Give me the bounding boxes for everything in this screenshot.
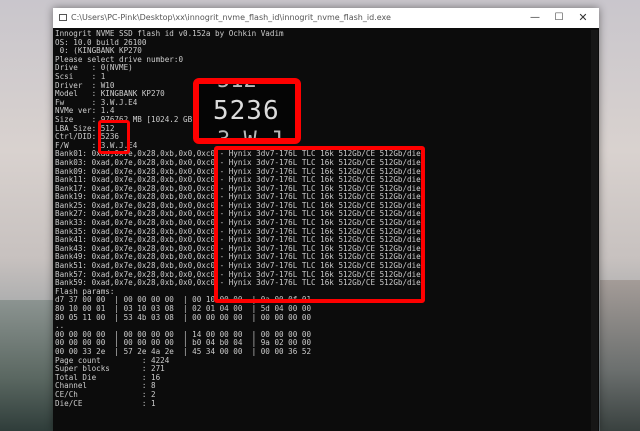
console-line: Page count : 4224 bbox=[55, 356, 170, 365]
console-line: Drive : 0(NVME) bbox=[55, 64, 133, 73]
console-line: 0: (KINGBANK KP270 bbox=[55, 47, 142, 56]
console-line: Total Die : 16 bbox=[55, 373, 161, 382]
flash-id-highlight bbox=[214, 146, 425, 303]
console-line: NVMe ver: 1.4 bbox=[55, 107, 115, 116]
console-line: Innogrit NVME SSD flash id v0.152a by Oc… bbox=[55, 30, 284, 38]
console-line: Size : 976762 MB [1024.2 GB] bbox=[55, 115, 197, 124]
zoom-callout: 512 5236 3.W.J bbox=[193, 78, 301, 144]
ctrl-did-highlight bbox=[98, 120, 130, 154]
console-line: LBA Size: 512 bbox=[55, 124, 115, 133]
console-line: Die/CE : 1 bbox=[55, 399, 156, 408]
console-line: 00 00 00 00 | 00 00 00 00 | 14 00 00 00 … bbox=[55, 330, 312, 339]
window-title: C:\Users\PC-Pink\Desktop\xx\innogrit_nvm… bbox=[71, 13, 391, 22]
console-line: Scsi : 1 bbox=[55, 72, 106, 81]
vertical-scrollbar[interactable] bbox=[591, 30, 598, 431]
console-line: OS: 10.0 build 26100 bbox=[55, 38, 147, 47]
console-line: Model : KINGBANK KP270 bbox=[55, 90, 165, 99]
maximize-icon[interactable]: ☐ bbox=[547, 10, 571, 26]
console-line: Super blocks : 271 bbox=[55, 365, 165, 374]
console-line: 00 00 33 2e | 57 2e 4a 2e | 45 34 00 00 … bbox=[55, 347, 312, 356]
title-bar[interactable]: C:\Users\PC-Pink\Desktop\xx\innogrit_nvm… bbox=[53, 8, 599, 28]
console-line: Driver : W10 bbox=[55, 81, 115, 90]
console-line: Channel : 8 bbox=[55, 382, 156, 391]
console-line: .. bbox=[55, 322, 65, 331]
zoom-partial-top: 512 bbox=[217, 78, 257, 93]
desktop-wallpaper-left bbox=[0, 300, 60, 431]
console-line: Fw : 3.W.J.E4 bbox=[55, 98, 138, 107]
console-line: 00 00 00 00 | 00 00 00 00 | b0 04 b0 04 … bbox=[55, 339, 312, 348]
zoom-partial-bottom: 3.W.J bbox=[217, 128, 284, 144]
console-app-icon bbox=[59, 14, 67, 21]
console-line: 80 10 00 01 | 03 10 03 08 | 02 01 04 00 … bbox=[55, 305, 312, 313]
console-line: Ctrl/DID: 5236 bbox=[55, 133, 120, 142]
close-icon[interactable]: ✕ bbox=[571, 10, 595, 26]
desktop-wallpaper-right bbox=[600, 280, 640, 431]
console-line: 80 05 11 00 | 53 4b 03 08 | 00 00 00 00 … bbox=[55, 313, 312, 322]
console-line: Please select drive number:0 bbox=[55, 55, 184, 64]
console-line: CE/Ch : 2 bbox=[55, 390, 156, 399]
zoom-ctrl-did-value: 5236 bbox=[213, 96, 280, 126]
minimize-icon[interactable]: — bbox=[523, 10, 547, 26]
